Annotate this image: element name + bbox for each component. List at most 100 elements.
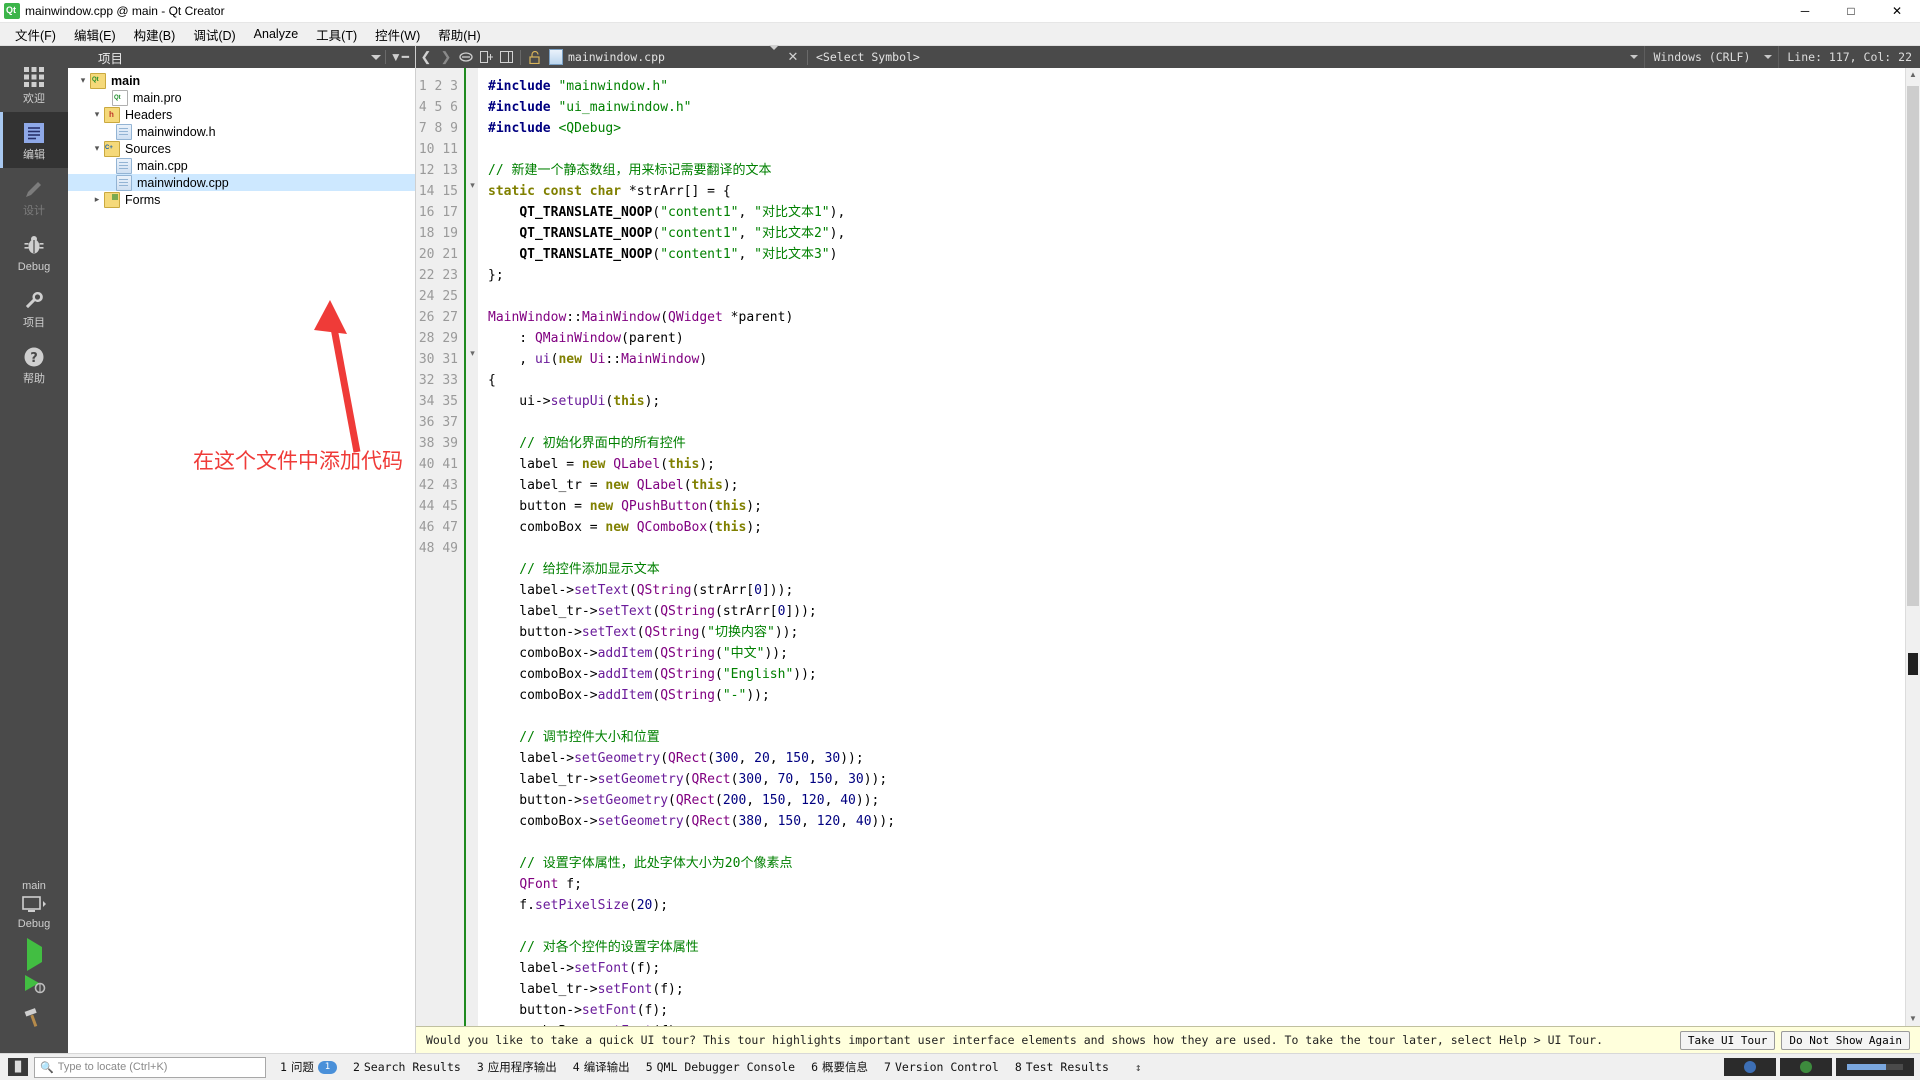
tree-item-headers[interactable]: ▾ Headers bbox=[68, 106, 415, 123]
code-editor[interactable]: 1 2 3 4 5 6 7 8 9 10 11 12 13 14 15 16 1… bbox=[416, 68, 1920, 1026]
panel-tab-general-messages[interactable]: 6 概要信息 bbox=[811, 1059, 868, 1075]
editor-status-right: Windows (CRLF) Line: 117, Col: 22 bbox=[1624, 46, 1920, 68]
headers-folder-icon bbox=[104, 106, 120, 123]
navigate-forward-icon[interactable]: ❯ bbox=[436, 47, 456, 67]
tree-label: mainwindow.h bbox=[137, 124, 216, 139]
editor-area: ❮ ❯ mainwindow.cpp ✕ <Select Symbol> Win… bbox=[416, 45, 1920, 1053]
search-input[interactable]: 🔍 Type to locate (Ctrl+K) bbox=[34, 1056, 266, 1078]
qt-creator-window: mainwindow.cpp @ main - Qt Creator ─ □ ✕… bbox=[0, 0, 1920, 1080]
symbol-selector-label: <Select Symbol> bbox=[816, 50, 920, 64]
chevron-down-icon[interactable] bbox=[370, 54, 381, 60]
debug-play-icon[interactable] bbox=[22, 972, 46, 997]
line-ending-selector[interactable]: Windows (CRLF) bbox=[1644, 46, 1758, 68]
mode-edit[interactable]: 编辑 bbox=[0, 112, 68, 168]
tree-item-mainwindow-cpp[interactable]: mainwindow.cpp bbox=[68, 174, 415, 191]
symbol-selector[interactable]: <Select Symbol> bbox=[812, 47, 924, 67]
scroll-marker bbox=[1908, 653, 1918, 675]
tree-item-main-pro[interactable]: ▾ main.pro bbox=[68, 89, 415, 106]
ui-tour-banner: Would you like to take a quick UI tour? … bbox=[416, 1026, 1920, 1053]
tree-item-sources[interactable]: ▾ Sources bbox=[68, 140, 415, 157]
fold-marker[interactable]: ▾ bbox=[468, 181, 477, 190]
mode-welcome-label: 欢迎 bbox=[23, 92, 45, 105]
panel-tab-qml-debugger-console[interactable]: 5 QML Debugger Console bbox=[646, 1060, 795, 1074]
filter-icon[interactable]: ▼━ bbox=[390, 50, 409, 64]
menu-window[interactable]: 控件(W) bbox=[366, 23, 429, 46]
menu-file[interactable]: 文件(F) bbox=[6, 23, 65, 46]
menu-debug[interactable]: 调试(D) bbox=[184, 23, 244, 46]
chevron-right-icon[interactable]: ▸ bbox=[90, 194, 104, 205]
progress-indicator-2[interactable] bbox=[1780, 1058, 1832, 1076]
panel-tab-app-output[interactable]: 3 应用程序输出 bbox=[477, 1059, 557, 1075]
panel-tab-compile-output[interactable]: 4 编译输出 bbox=[573, 1059, 630, 1075]
annotation-text: 在这个文件中添加代码 bbox=[193, 449, 403, 473]
panel-label: 编译输出 bbox=[583, 1060, 630, 1074]
project-pane-title: 项目 bbox=[98, 51, 124, 66]
menu-tools[interactable]: 工具(T) bbox=[307, 23, 366, 46]
panel-number: 6 bbox=[811, 1060, 819, 1074]
tree-item-forms[interactable]: ▸ Forms bbox=[68, 191, 415, 208]
minimize-button[interactable]: ─ bbox=[1782, 0, 1828, 22]
navigate-back-icon[interactable]: ❮ bbox=[416, 47, 436, 67]
tree-label: Headers bbox=[125, 107, 173, 122]
document-lines-icon bbox=[21, 120, 47, 146]
close-icon[interactable]: ✕ bbox=[783, 47, 803, 67]
mode-projects[interactable]: 项目 bbox=[0, 280, 68, 336]
search-placeholder: Type to locate (Ctrl+K) bbox=[57, 1061, 168, 1073]
updown-arrows-icon[interactable]: ↕ bbox=[1135, 1061, 1142, 1074]
tree-item-main[interactable]: ▾ main bbox=[68, 72, 415, 89]
panel-label: Test Results bbox=[1025, 1060, 1109, 1074]
question-mark-icon: ? bbox=[21, 344, 47, 370]
progress-indicator-1[interactable] bbox=[1724, 1058, 1776, 1076]
open-file-combo[interactable]: mainwindow.cpp bbox=[545, 45, 783, 67]
chevron-down-icon[interactable] bbox=[1630, 55, 1639, 59]
take-ui-tour-button[interactable]: Take UI Tour bbox=[1679, 1030, 1776, 1050]
mode-help-label: 帮助 bbox=[23, 372, 45, 385]
fold-column[interactable]: ▾ ▾ bbox=[466, 68, 478, 1026]
run-play-icon[interactable] bbox=[26, 938, 42, 971]
scroll-up-arrow[interactable]: ▲ bbox=[1907, 68, 1919, 82]
panel-tab-test-results[interactable]: 8 Test Results bbox=[1015, 1060, 1109, 1074]
editor-scrollbar[interactable]: ▲ ▼ bbox=[1905, 68, 1920, 1026]
toggle-sidebar-icon[interactable]: █ bbox=[8, 1058, 28, 1076]
output-panel-tabs: 1 问题 1 2 Search Results 3 应用程序输出 4 编译输出 … bbox=[280, 1059, 1142, 1075]
tree-item-mainwindow-h[interactable]: mainwindow.h bbox=[68, 123, 415, 140]
editor-toolbar: ❮ ❯ mainwindow.cpp ✕ <Select Symbol> Win… bbox=[416, 45, 1920, 68]
panel-tab-issues[interactable]: 1 问题 1 bbox=[280, 1059, 337, 1075]
chevron-down-icon[interactable]: ▾ bbox=[90, 109, 104, 120]
pencil-icon bbox=[21, 176, 47, 202]
split-horizontal-icon[interactable] bbox=[476, 47, 496, 67]
mode-welcome[interactable]: 欢迎 bbox=[0, 56, 68, 112]
fold-marker[interactable]: ▾ bbox=[468, 349, 477, 358]
kit-target-label: Debug bbox=[17, 918, 51, 930]
panel-number: 5 bbox=[645, 1060, 653, 1074]
tree-item-main-cpp[interactable]: main.cpp bbox=[68, 157, 415, 174]
do-not-show-again-button[interactable]: Do Not Show Again bbox=[1781, 1030, 1910, 1050]
chevron-down-icon[interactable] bbox=[1764, 55, 1773, 59]
code-text[interactable]: #include "mainwindow.h" #include "ui_mai… bbox=[478, 68, 1920, 1026]
chevron-down-icon[interactable] bbox=[769, 45, 779, 64]
project-tree[interactable]: ▾ main ▾ main.pro ▾ Headers mainwindow. bbox=[68, 68, 415, 1053]
chevron-down-icon[interactable]: ▾ bbox=[90, 143, 104, 154]
menu-analyze[interactable]: Analyze bbox=[245, 25, 307, 43]
maximize-button[interactable]: □ bbox=[1828, 0, 1874, 22]
red-pointer-arrow bbox=[314, 300, 361, 453]
menu-help[interactable]: 帮助(H) bbox=[429, 23, 489, 46]
unlock-icon[interactable] bbox=[525, 47, 545, 67]
mode-debug[interactable]: Debug bbox=[0, 224, 68, 280]
scroll-down-arrow[interactable]: ▼ bbox=[1907, 1012, 1919, 1026]
hammer-icon[interactable] bbox=[22, 1007, 46, 1035]
progress-bar-indicator[interactable] bbox=[1836, 1058, 1914, 1076]
chevron-down-icon[interactable]: ▾ bbox=[76, 75, 90, 86]
menu-build[interactable]: 构建(B) bbox=[125, 23, 185, 46]
panel-tab-search-results[interactable]: 2 Search Results bbox=[353, 1060, 461, 1074]
panel-label: 概要信息 bbox=[822, 1060, 869, 1074]
close-button[interactable]: ✕ bbox=[1874, 0, 1920, 22]
panel-tab-version-control[interactable]: 7 Version Control bbox=[884, 1060, 999, 1074]
close-split-icon[interactable] bbox=[496, 47, 516, 67]
scrollbar-thumb[interactable] bbox=[1907, 86, 1919, 606]
menu-edit[interactable]: 编辑(E) bbox=[65, 23, 125, 46]
mode-help[interactable]: ? 帮助 bbox=[0, 336, 68, 392]
mode-design[interactable]: 设计 bbox=[0, 168, 68, 224]
kit-selector[interactable]: main Debug bbox=[0, 876, 68, 1053]
link-icon[interactable] bbox=[456, 47, 476, 67]
